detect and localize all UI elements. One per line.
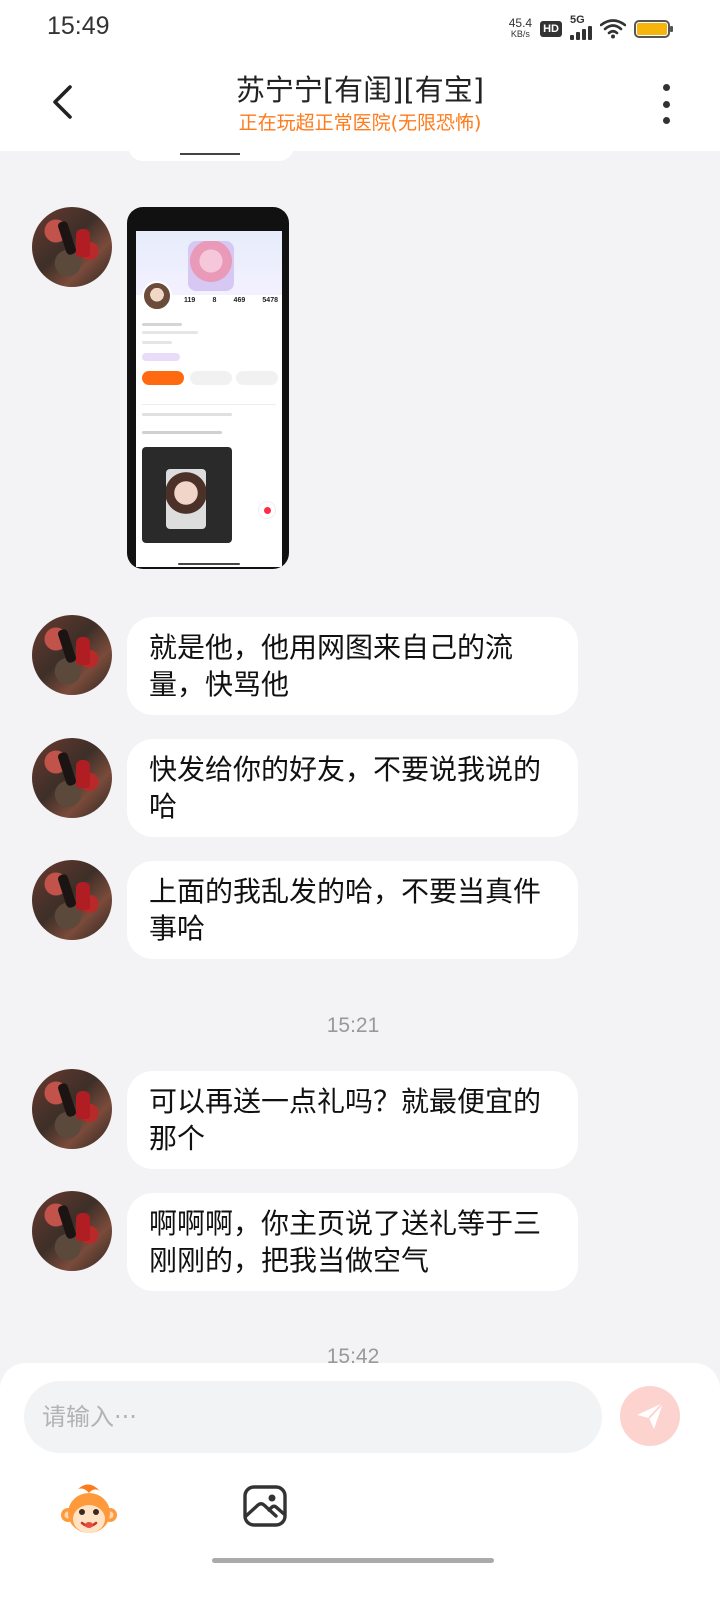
profile-screenshot-image: 119 8 469 5478 — [136, 231, 282, 543]
avatar[interactable] — [32, 1191, 112, 1271]
send-icon — [637, 1402, 664, 1429]
send-button[interactable] — [620, 1386, 680, 1446]
input-panel — [0, 1363, 720, 1600]
message-timestamp: 15:21 — [326, 1014, 380, 1037]
battery-icon — [634, 20, 673, 38]
screenshot-stat: 119 — [184, 297, 196, 304]
status-icons: 45.4 KB/s HD 5G — [508, 14, 673, 44]
battery-level — [637, 23, 667, 35]
message-bubble[interactable]: 上面的我乱发的哈，不要当真件事哈 — [127, 861, 578, 959]
avatar[interactable] — [32, 1069, 112, 1149]
screenshot-stat: 469 — [233, 297, 246, 304]
chat-header: 苏宁宁[有闺][有宝] 正在玩超正常医院(无限恐怖) — [0, 56, 720, 151]
more-vertical-icon — [662, 84, 670, 91]
network-speed: 45.4 KB/s — [508, 16, 533, 40]
status-time: 15:49 — [47, 12, 110, 40]
hd-icon: HD — [540, 21, 562, 37]
screenshot-stat: 8 — [212, 297, 217, 304]
avatar[interactable] — [32, 207, 112, 287]
network-speed-value: 45.4 — [508, 16, 533, 30]
avatar[interactable] — [32, 738, 112, 818]
avatar[interactable] — [32, 860, 112, 940]
avatar[interactable] — [32, 615, 112, 695]
message-input[interactable] — [24, 1381, 602, 1453]
screenshot-stat: 5478 — [262, 297, 278, 304]
message-bubble[interactable]: 啊啊啊，你主页说了送礼等于三刚刚的，把我当做空气 — [127, 1193, 578, 1291]
image-gallery-icon — [243, 1485, 287, 1527]
message-bubble[interactable]: 快发给你的好友，不要说我说的哈 — [127, 739, 578, 837]
chat-title: 苏宁宁[有闺][有宝] — [235, 73, 485, 107]
image-picker-button[interactable] — [242, 1483, 288, 1529]
back-button[interactable] — [42, 80, 82, 124]
more-button[interactable] — [654, 84, 678, 124]
emoji-button[interactable] — [60, 1481, 118, 1539]
message-bubble[interactable]: 可以再送一点礼吗？就最便宜的那个 — [127, 1071, 578, 1169]
cellular-signal-icon: 5G — [570, 14, 592, 40]
home-indicator[interactable] — [212, 1558, 494, 1563]
status-bar: 15:49 45.4 KB/s HD 5G — [0, 0, 720, 56]
previous-message-bubble[interactable] — [128, 151, 294, 161]
chat-title-group: 苏宁宁[有闺][有宝] 正在玩超正常医院(无限恐怖) — [140, 72, 580, 136]
message-bubble[interactable]: 就是他，他用网图来自己的流量，快骂他 — [127, 617, 578, 715]
message-list[interactable]: 119 8 469 5478 就是他，他用网图来自己的流量，快骂他 快发给你的好… — [0, 151, 720, 1391]
monkey-emoji-icon — [61, 1484, 117, 1533]
chevron-left-icon — [53, 85, 72, 119]
wifi-icon — [600, 19, 626, 39]
network-speed-unit: KB/s — [510, 29, 530, 39]
chat-subtitle: 正在玩超正常医院(无限恐怖) — [238, 112, 482, 134]
image-message[interactable]: 119 8 469 5478 — [127, 207, 289, 569]
network-type: 5G — [570, 14, 585, 26]
